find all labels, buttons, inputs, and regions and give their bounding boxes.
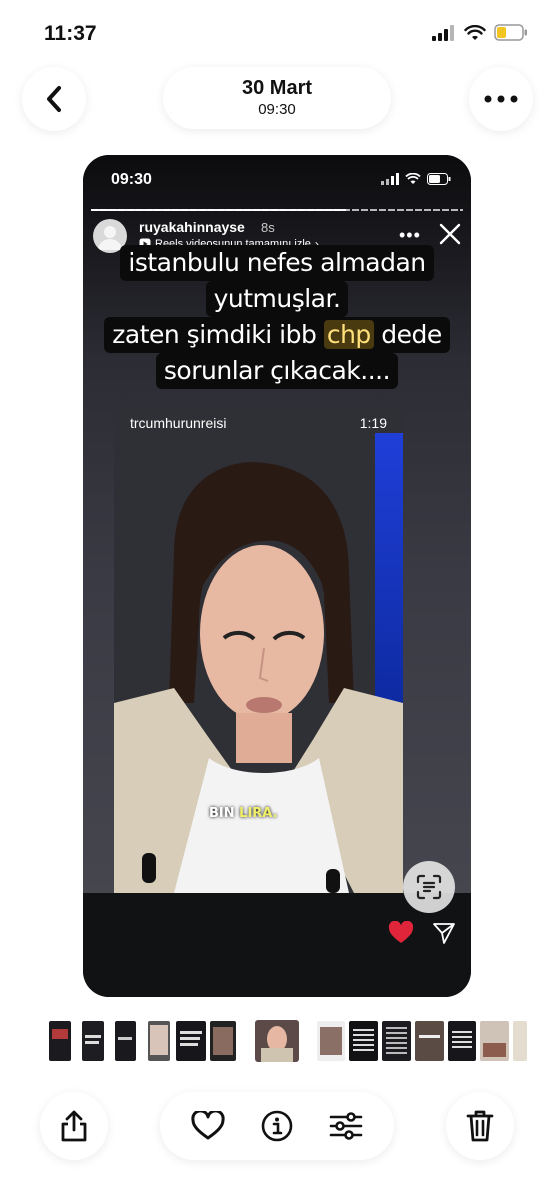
thumbnail[interactable] xyxy=(415,1021,444,1061)
battery-icon xyxy=(494,24,527,41)
thumbnail-current[interactable] xyxy=(255,1020,299,1062)
caption-line-1: istanbulu nefes almadan xyxy=(120,245,434,281)
caption-line-2: yutmuşlar. xyxy=(205,281,349,317)
subtitle-word-1: BIN xyxy=(209,806,235,821)
heart-icon xyxy=(191,1111,225,1140)
thumbnail[interactable] xyxy=(480,1021,509,1061)
live-text-button[interactable] xyxy=(403,861,455,913)
photo-viewer: 11:37 30 Mart 09:30 09:30 ruyakahinnayse… xyxy=(0,0,554,1199)
signal-icon xyxy=(432,24,454,41)
story-more-icon[interactable]: ••• xyxy=(399,225,421,246)
caption-text-a: zaten şimdiki ibb xyxy=(112,320,317,349)
thumbnail-strip[interactable] xyxy=(0,1019,554,1065)
share-button[interactable] xyxy=(40,1092,108,1160)
caption-line-3: zaten şimdiki ibb chp dede xyxy=(104,317,450,353)
subtitle-word-2: LIRA. xyxy=(239,806,278,821)
wifi-icon xyxy=(405,173,421,184)
battery-icon xyxy=(427,173,451,185)
thumbnail[interactable] xyxy=(349,1021,378,1061)
thumbnail[interactable] xyxy=(382,1021,411,1061)
story-progress-fill xyxy=(91,209,346,211)
like-heart-icon[interactable] xyxy=(388,921,414,945)
thumbnail[interactable] xyxy=(148,1021,170,1061)
thumbnail[interactable] xyxy=(82,1021,104,1061)
ellipsis-icon xyxy=(484,95,518,103)
story-time-ago: 8s xyxy=(261,220,275,235)
thumbnail[interactable] xyxy=(448,1021,476,1061)
embedded-reel[interactable]: trcumhurunreisi 1:19 BIN LIRA. xyxy=(114,403,403,893)
caption-text-b: dede xyxy=(381,320,442,349)
trash-icon xyxy=(466,1110,494,1142)
inner-status-icons xyxy=(381,173,451,185)
signal-icon xyxy=(381,173,399,185)
story-caption: istanbulu nefes almadan yutmuşlar. zaten… xyxy=(83,245,471,389)
send-icon[interactable] xyxy=(432,921,456,945)
share-icon xyxy=(61,1110,87,1142)
status-icons xyxy=(432,24,528,41)
thumbnail[interactable] xyxy=(210,1021,236,1061)
photo-time: 09:30 xyxy=(258,101,296,118)
wifi-icon xyxy=(464,24,486,40)
info-button[interactable] xyxy=(257,1106,297,1146)
thumbnail[interactable] xyxy=(176,1021,206,1061)
photo-date: 30 Mart xyxy=(241,77,313,99)
photo-toolbar xyxy=(160,1092,394,1160)
photo-content[interactable]: 09:30 ruyakahinnayse 8s Reels videosunun… xyxy=(83,155,471,997)
edit-button[interactable] xyxy=(326,1106,366,1146)
date-header: 30 Mart 09:30 xyxy=(163,67,391,129)
reel-duration: 1:19 xyxy=(359,415,387,431)
thumbnail[interactable] xyxy=(317,1021,345,1061)
caption-highlight: chp xyxy=(323,320,374,349)
adjust-sliders-icon xyxy=(329,1112,362,1140)
chevron-left-icon xyxy=(47,86,61,112)
more-button[interactable] xyxy=(469,67,533,131)
status-bar: 11:37 xyxy=(0,0,554,70)
delete-button[interactable] xyxy=(446,1092,514,1160)
thumbnail[interactable] xyxy=(49,1021,71,1061)
reel-subtitle: BIN LIRA. xyxy=(209,806,278,821)
info-icon xyxy=(261,1110,293,1142)
reel-username: trcumhurunreisi xyxy=(130,415,227,431)
story-username[interactable]: ruyakahinnayse xyxy=(139,219,245,235)
thumbnail[interactable] xyxy=(513,1021,527,1061)
back-button[interactable] xyxy=(22,67,86,131)
favorite-button[interactable] xyxy=(188,1106,228,1146)
inner-status-time: 09:30 xyxy=(111,171,152,188)
status-time: 11:37 xyxy=(44,22,97,45)
live-text-icon xyxy=(416,874,442,900)
close-icon[interactable] xyxy=(437,221,463,247)
thumbnail[interactable] xyxy=(115,1021,136,1061)
caption-line-4: sorunlar çıkacak.... xyxy=(155,353,399,389)
